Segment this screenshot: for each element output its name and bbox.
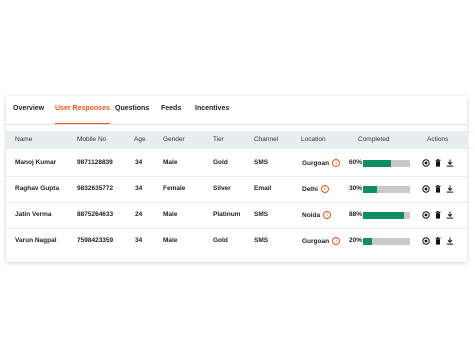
completed-percent: 88% — [349, 211, 363, 218]
info-icon[interactable]: i — [332, 237, 341, 245]
progress-bar-fill — [363, 212, 405, 219]
cell-mobile: 7598423359 — [77, 237, 114, 244]
view-icon[interactable] — [422, 237, 430, 245]
location-label: Gurgoan — [302, 159, 330, 167]
cell-gender: Male — [163, 159, 178, 166]
table-row: Jatin Verma 8875264633 24 Male Platinum … — [6, 202, 467, 229]
cell-channel: SMS — [254, 237, 269, 244]
cell-location: Gurgoan i — [302, 150, 341, 176]
download-icon[interactable] — [446, 211, 454, 219]
download-icon[interactable] — [446, 159, 454, 167]
table-row: Raghav Gupta 9832635772 34 Female Silver… — [6, 176, 467, 203]
cell-channel: Email — [254, 185, 272, 192]
location-label: Delhi — [302, 185, 318, 193]
tab-incentives[interactable]: Incentives — [195, 96, 229, 124]
download-icon[interactable] — [446, 237, 454, 245]
column-header-actions: Actions — [427, 136, 449, 143]
cell-mobile: 9832635772 — [77, 185, 114, 192]
view-icon[interactable] — [422, 211, 430, 219]
cell-gender: Female — [163, 185, 186, 192]
completed-percent: 60% — [349, 159, 363, 166]
column-header-tier: Tier — [213, 136, 224, 143]
cell-name: Jatin Verma — [15, 211, 52, 218]
download-icon[interactable] — [446, 185, 454, 193]
cell-name: Varun Nagpal — [15, 237, 57, 244]
cell-name: Manoj Kumar — [15, 159, 57, 166]
cell-channel: SMS — [254, 211, 269, 218]
trash-icon[interactable] — [434, 211, 442, 219]
cell-channel: SMS — [254, 159, 269, 166]
progress-bar-fill — [363, 160, 392, 167]
cell-gender: Male — [163, 211, 178, 218]
column-header-channel: Channel — [254, 136, 279, 143]
column-header-name: Name — [15, 136, 33, 143]
cell-tier: Platinum — [213, 211, 241, 218]
progress-bar — [363, 238, 410, 245]
progress-bar — [363, 212, 410, 219]
view-icon[interactable] — [422, 159, 430, 167]
tab-feeds[interactable]: Feeds — [161, 96, 181, 124]
cell-tier: Gold — [213, 159, 228, 166]
location-label: Gurgoan — [302, 237, 330, 245]
progress-bar-fill — [363, 186, 378, 193]
column-header-location: Location — [301, 136, 326, 143]
view-icon[interactable] — [422, 185, 430, 193]
trash-icon[interactable] — [434, 159, 442, 167]
info-icon[interactable]: i — [320, 185, 329, 193]
cell-age: 34 — [135, 237, 143, 244]
cell-tier: Gold — [213, 237, 228, 244]
row-actions — [422, 150, 454, 176]
info-icon[interactable]: i — [332, 159, 341, 167]
cell-location: Delhi i — [302, 176, 329, 202]
cell-gender: Male — [163, 237, 178, 244]
tab-user-responses[interactable]: User Responses — [55, 96, 110, 124]
user-responses-card: Overview User Responses Questions Feeds … — [6, 96, 467, 262]
table-header: Name Mobile No Age Gender Tier Channel L… — [6, 131, 467, 149]
cell-location: Gurgoan i — [302, 228, 341, 254]
row-actions — [422, 202, 454, 228]
cell-age: 24 — [135, 211, 143, 218]
cell-location: Noida i — [302, 202, 332, 228]
tab-overview[interactable]: Overview — [13, 96, 44, 124]
location-label: Noida — [302, 211, 321, 219]
column-header-mobile: Mobile No — [77, 136, 107, 143]
progress-bar-fill — [363, 238, 373, 245]
column-header-age: Age — [134, 136, 146, 143]
cell-age: 34 — [135, 185, 143, 192]
info-icon[interactable]: i — [323, 211, 332, 219]
tab-bar: Overview User Responses Questions Feeds … — [6, 96, 467, 125]
column-header-gender: Gender — [163, 136, 185, 143]
cell-age: 34 — [135, 159, 143, 166]
cell-tier: Silver — [213, 185, 231, 192]
table-row: Manoj Kumar 9871128839 34 Male Gold SMS … — [6, 150, 467, 177]
trash-icon[interactable] — [434, 185, 442, 193]
row-actions — [422, 176, 454, 202]
table-row: Varun Nagpal 7598423359 34 Male Gold SMS… — [6, 228, 467, 254]
row-actions — [422, 228, 454, 254]
progress-bar — [363, 186, 410, 193]
cell-name: Raghav Gupta — [15, 185, 60, 192]
trash-icon[interactable] — [434, 237, 442, 245]
column-header-completed: Completed — [358, 136, 390, 143]
completed-percent: 30% — [349, 185, 363, 192]
cell-mobile: 8875264633 — [77, 211, 114, 218]
completed-percent: 20% — [349, 237, 363, 244]
cell-mobile: 9871128839 — [77, 159, 113, 166]
progress-bar — [363, 160, 410, 167]
tab-questions[interactable]: Questions — [115, 96, 149, 124]
